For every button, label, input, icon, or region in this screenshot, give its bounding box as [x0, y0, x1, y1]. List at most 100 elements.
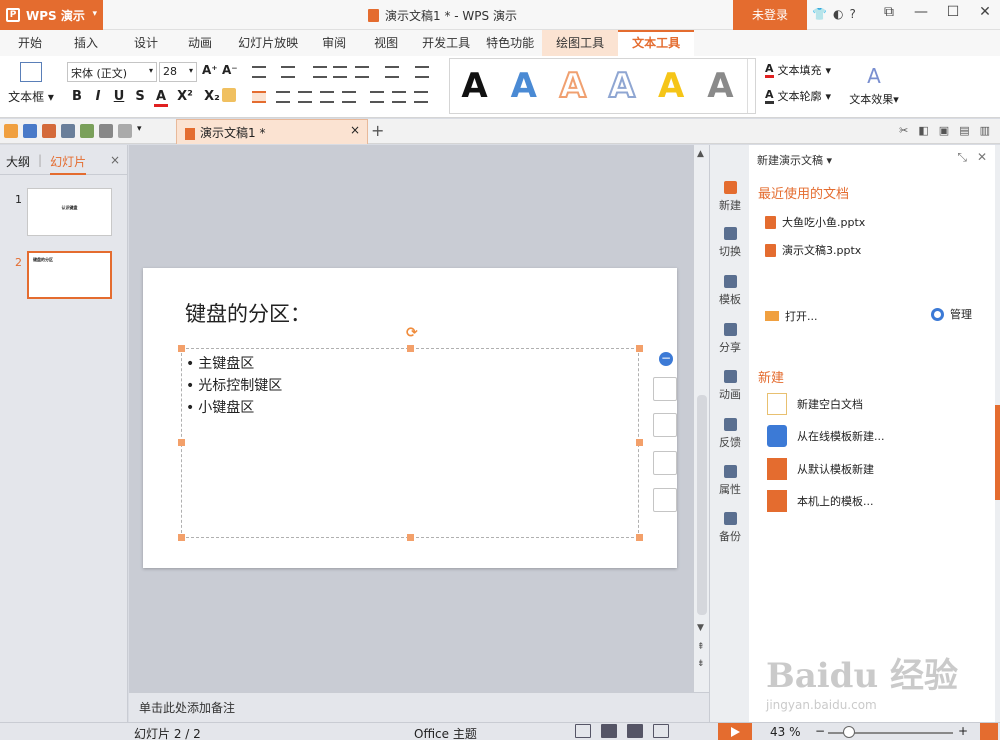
gallery-scroll[interactable]: [747, 59, 755, 113]
new-from-default-template[interactable]: 从默认模板新建: [767, 458, 874, 480]
collapse-icon[interactable]: −: [659, 352, 673, 366]
bullet-list[interactable]: 主键盘区 光标控制键区 小键盘区: [186, 353, 282, 419]
document-tab[interactable]: 演示文稿1 * ×: [176, 119, 368, 144]
sidebar-icon[interactable]: ▥: [980, 124, 990, 137]
login-button[interactable]: 未登录: [733, 0, 807, 30]
shrink-font-button[interactable]: A⁻: [222, 63, 238, 77]
grow-font-button[interactable]: A⁺: [202, 63, 218, 77]
export-pdf-icon[interactable]: [42, 124, 56, 138]
distribute-icon[interactable]: [342, 91, 356, 103]
close-tab-icon[interactable]: ×: [350, 123, 360, 137]
side-tab-animation[interactable]: 动画: [710, 370, 750, 402]
tab-features[interactable]: 特色功能: [478, 30, 542, 56]
undo-icon[interactable]: [99, 124, 113, 138]
slide-title[interactable]: 键盘的分区：: [185, 298, 311, 328]
tab-design[interactable]: 设计: [118, 30, 174, 56]
resize-handle[interactable]: [407, 534, 414, 541]
bullet-item[interactable]: 主键盘区: [186, 353, 282, 375]
numbered-list-icon[interactable]: [281, 66, 295, 78]
resize-handle[interactable]: [178, 345, 185, 352]
side-tab-feedback[interactable]: 反馈: [710, 418, 750, 450]
slide-thumbnail-selected[interactable]: 键盘的分区: [27, 251, 112, 299]
print-icon[interactable]: [61, 124, 75, 138]
bullet-item[interactable]: 光标控制键区: [186, 375, 282, 397]
align-left-icon[interactable]: [252, 91, 266, 103]
tab-slides[interactable]: 幻灯片: [50, 153, 87, 175]
resize-handle[interactable]: [636, 345, 643, 352]
text-style-orange-outline[interactable]: A: [559, 65, 587, 107]
line-spacing-icon[interactable]: [370, 91, 384, 103]
zoom-slider-handle[interactable]: [843, 726, 855, 738]
bullet-list-icon[interactable]: [252, 66, 266, 78]
text-direction-icon[interactable]: [355, 66, 369, 78]
next-slide-icon[interactable]: ⇟: [697, 659, 705, 669]
minimize-icon[interactable]: —: [910, 4, 932, 20]
slideshow-play-button[interactable]: [718, 723, 752, 740]
reading-view-icon[interactable]: [653, 724, 669, 738]
side-tab-transition[interactable]: 切换: [710, 227, 750, 259]
resize-handle[interactable]: [178, 534, 185, 541]
shape-style-icon[interactable]: [653, 377, 677, 401]
skin-icon[interactable]: 👕: [812, 7, 827, 21]
slide-icon[interactable]: ▣: [939, 124, 949, 137]
underline-button[interactable]: U: [112, 89, 126, 107]
prev-slide-icon[interactable]: ⇞: [697, 642, 705, 652]
align-text-icon[interactable]: [385, 66, 399, 78]
sorter-view-icon[interactable]: [627, 724, 643, 738]
align-right-icon[interactable]: [298, 91, 312, 103]
chat-icon[interactable]: ◐: [833, 7, 843, 21]
text-style-gray[interactable]: A: [707, 66, 733, 106]
text-style-yellow[interactable]: A: [658, 66, 684, 106]
text-style-black[interactable]: A: [461, 66, 487, 106]
fill-color-icon[interactable]: [653, 413, 677, 437]
rotate-handle-icon[interactable]: ⟳: [406, 325, 418, 341]
manage-button[interactable]: 管理: [931, 306, 972, 322]
layout-icon[interactable]: ◧: [918, 124, 928, 137]
font-family-select[interactable]: 宋体 (正文) ▾: [67, 62, 157, 82]
normal-view-icon[interactable]: [601, 724, 617, 738]
tab-text-tools[interactable]: 文本工具: [618, 30, 695, 56]
scroll-up-icon[interactable]: ▲: [697, 149, 704, 159]
app-menu-button[interactable]: P WPS 演示 ▾: [0, 0, 103, 30]
help-icon[interactable]: ?: [849, 7, 855, 21]
maximize-icon[interactable]: ☐: [942, 4, 964, 20]
side-tab-share[interactable]: 分享: [710, 323, 750, 355]
font-size-select[interactable]: 28 ▾: [159, 62, 197, 82]
tab-slideshow[interactable]: 幻灯片放映: [226, 30, 310, 56]
recent-file[interactable]: 演示文稿3.pptx: [765, 242, 861, 258]
bold-button[interactable]: B: [70, 89, 84, 107]
tab-insert[interactable]: 插入: [54, 30, 118, 56]
increase-indent-icon[interactable]: [333, 66, 347, 78]
close-icon[interactable]: ✕: [977, 150, 987, 165]
scroll-down-icon[interactable]: ▼: [697, 623, 704, 633]
tab-animation[interactable]: 动画: [174, 30, 226, 56]
text-style-blue-outline[interactable]: A: [608, 65, 636, 107]
decrease-indent-icon[interactable]: [313, 66, 327, 78]
new-tab-button[interactable]: +: [371, 121, 384, 140]
side-tab-backup[interactable]: 备份: [710, 512, 750, 544]
zoom-in-button[interactable]: +: [958, 724, 968, 738]
content-textbox[interactable]: ⟳ 主键盘区 光标控制键区 小键盘区: [178, 325, 643, 541]
close-icon[interactable]: ✕: [974, 4, 996, 20]
text-style-blue[interactable]: A: [511, 66, 537, 106]
font-color-button[interactable]: A: [154, 89, 168, 107]
window-icon[interactable]: ▤: [959, 124, 969, 137]
resize-handle[interactable]: [636, 439, 643, 446]
undock-icon[interactable]: ⤡: [957, 150, 967, 165]
pane-toggle-handle[interactable]: [995, 405, 1000, 500]
zoom-level[interactable]: 43 %: [770, 725, 801, 739]
strikethrough-button[interactable]: S: [133, 89, 147, 107]
new-from-online-template[interactable]: 从在线模板新建...: [767, 425, 885, 447]
outline-icon[interactable]: [653, 451, 677, 475]
text-effect-button[interactable]: A 文本效果▾: [846, 64, 902, 107]
clear-format-icon[interactable]: [222, 88, 236, 102]
open-folder-icon[interactable]: [4, 124, 18, 138]
pane-header[interactable]: 新建演示文稿 ▾: [757, 152, 832, 168]
local-templates[interactable]: 本机上的模板...: [767, 490, 874, 512]
tools-icon[interactable]: ✂: [899, 124, 908, 137]
side-tab-template[interactable]: 模板: [710, 275, 750, 307]
text-fit-icon[interactable]: [415, 66, 429, 78]
scroll-thumb[interactable]: [697, 395, 707, 615]
tab-drawing-tools[interactable]: 绘图工具: [542, 30, 619, 56]
close-panel-icon[interactable]: ×: [110, 153, 120, 167]
